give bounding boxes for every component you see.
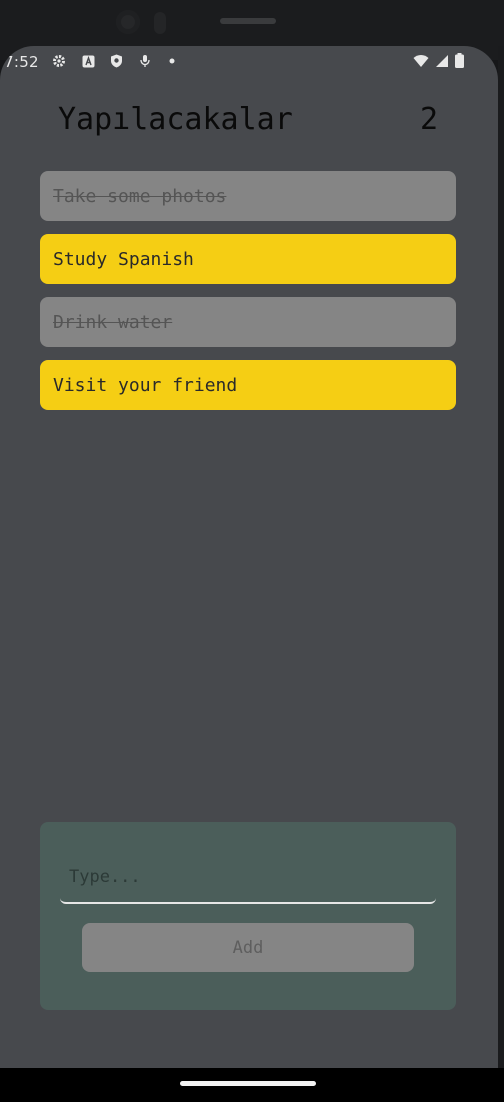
add-button[interactable]: Add [82,923,414,972]
shield-icon [109,54,123,68]
sensor [154,12,166,34]
todo-list: Take some photos Study Spanish Drink wat… [40,171,456,423]
dot-icon [165,54,179,68]
earpiece-speaker [220,18,276,24]
todo-item-drink-water[interactable]: Drink water [40,297,456,347]
status-bar: 7:52 [0,46,498,78]
front-camera [116,10,140,34]
mic-icon [138,54,152,68]
todo-item-visit-friend[interactable]: Visit your friend [40,360,456,410]
add-todo-panel: Add [40,822,456,1010]
todo-text-input[interactable] [60,852,436,904]
signal-icon [435,54,449,72]
wifi-icon [413,54,429,72]
device-frame: 7:52 Yapılacakalar 2 Take some photos St… [0,0,504,1102]
todo-count: 2 [419,102,438,137]
app-screen: 7:52 Yapılacakalar 2 Take some photos St… [0,46,498,1068]
todo-item-take-photos[interactable]: Take some photos [40,171,456,221]
navigation-bar [0,1068,504,1102]
battery-icon [455,53,464,72]
a-badge-icon [81,54,95,68]
settings-icon [52,54,66,68]
status-time: 7:52 [4,53,39,71]
home-gesture-handle[interactable] [180,1081,316,1086]
todo-item-study-spanish[interactable]: Study Spanish [40,234,456,284]
device-side-edge [498,46,504,1068]
page-title: Yapılacakalar [58,102,293,137]
